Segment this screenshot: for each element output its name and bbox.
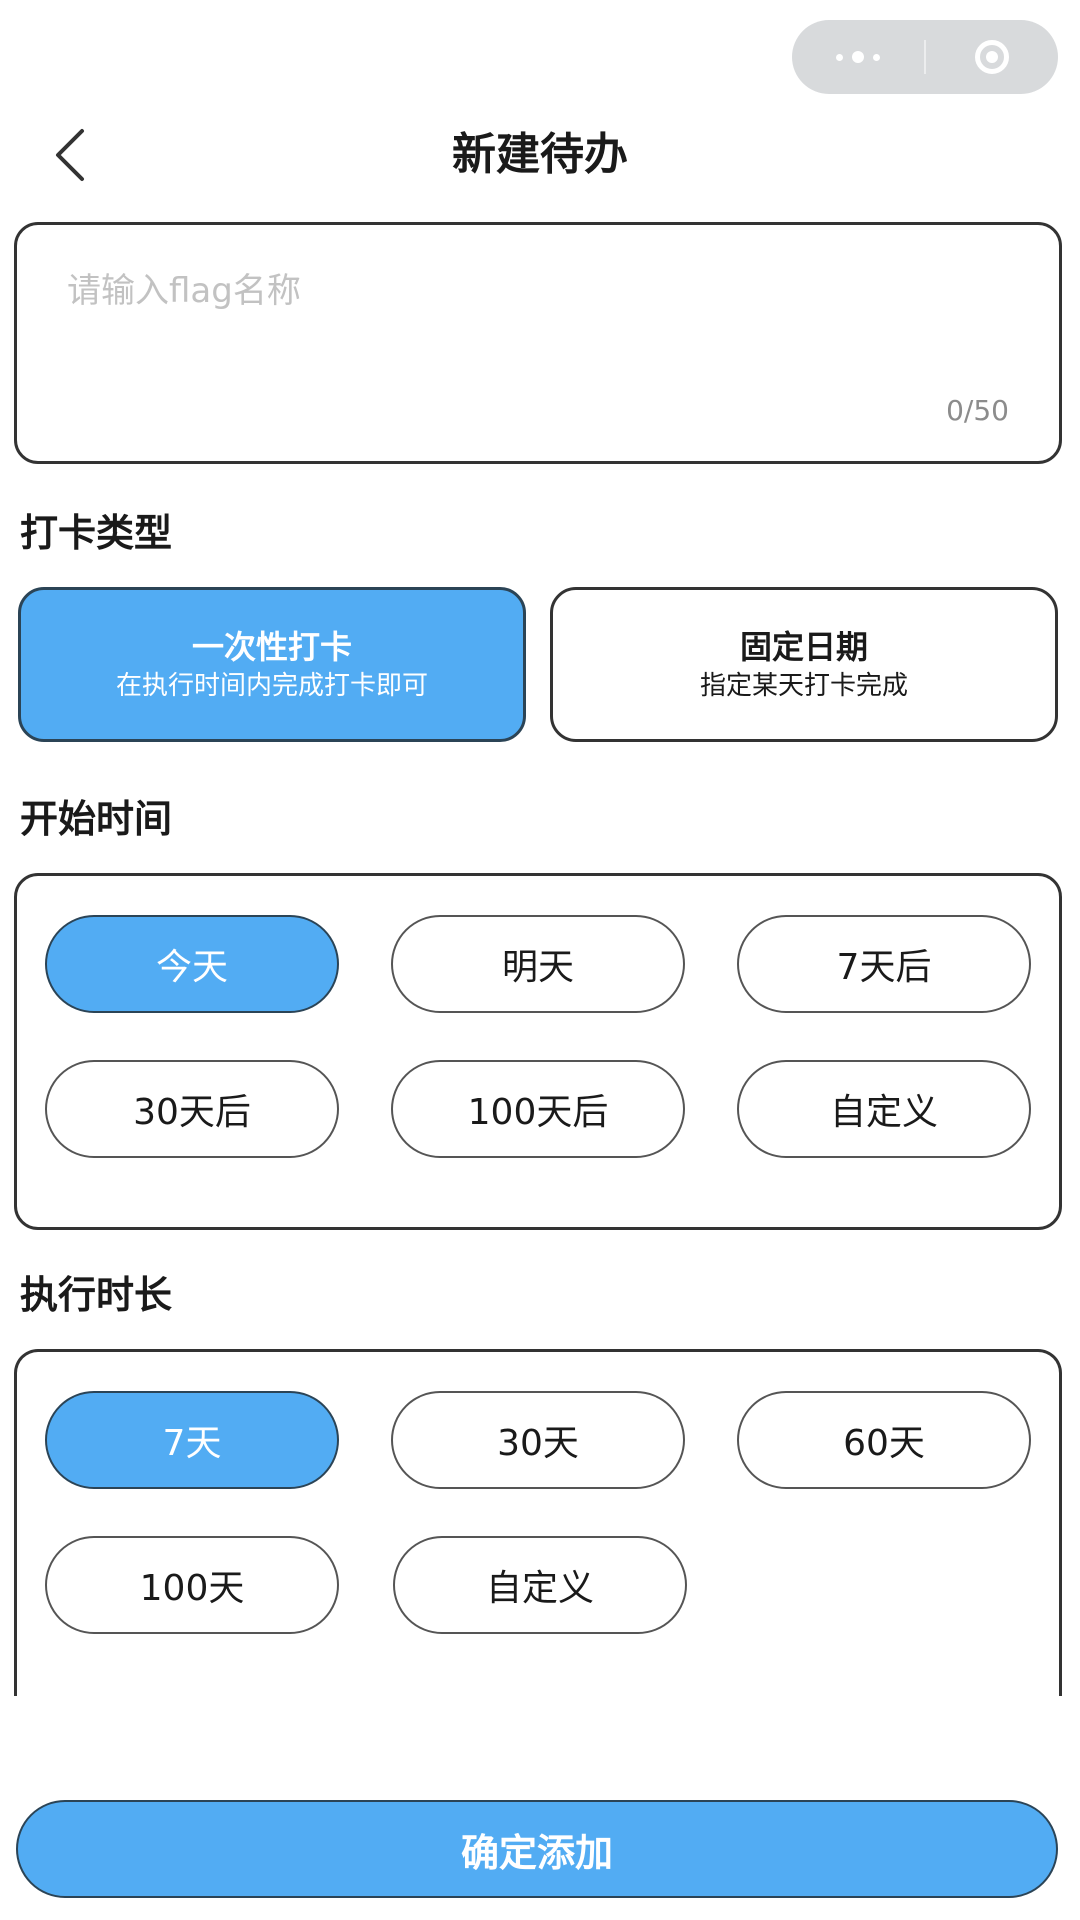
type-card-desc: 指定某天打卡完成 [699,670,908,701]
flag-name-input[interactable] [67,261,947,321]
checkin-type-label: 打卡类型 [20,511,173,555]
char-counter: 0/50 [946,394,1009,427]
flag-name-box[interactable]: 0/50 [14,222,1062,464]
start-option-7-days[interactable]: 7天后 [737,915,1031,1013]
start-option-tomorrow[interactable]: 明天 [391,915,685,1013]
mini-program-capsule [792,20,1058,94]
type-card-title: 一次性打卡 [191,627,352,666]
start-option-today[interactable]: 今天 [45,915,339,1013]
chevron-left-icon [56,129,84,181]
duration-option-7-days[interactable]: 7天 [45,1391,339,1489]
start-time-panel: 今天 明天 7天后 30天后 100天后 自定义 [14,873,1062,1230]
start-option-custom[interactable]: 自定义 [737,1060,1031,1158]
back-button[interactable] [40,120,100,190]
target-close-icon[interactable] [926,20,1058,94]
confirm-add-button[interactable]: 确定添加 [16,1800,1058,1898]
more-dots-icon[interactable] [792,20,924,94]
type-card-fixed-date[interactable]: 固定日期 指定某天打卡完成 [550,587,1058,742]
duration-option-30-days[interactable]: 30天 [391,1391,685,1489]
duration-label: 执行时长 [20,1273,173,1317]
duration-option-60-days[interactable]: 60天 [737,1391,1031,1489]
duration-option-custom[interactable]: 自定义 [393,1536,687,1634]
type-card-once[interactable]: 一次性打卡 在执行时间内完成打卡即可 [18,587,526,742]
duration-option-100-days[interactable]: 100天 [45,1536,339,1634]
start-option-30-days[interactable]: 30天后 [45,1060,339,1158]
type-card-desc: 在执行时间内完成打卡即可 [115,670,428,701]
duration-panel: 7天 30天 60天 100天 自定义 [14,1349,1062,1696]
page-title: 新建待办 [452,129,628,180]
start-option-100-days[interactable]: 100天后 [391,1060,685,1158]
start-time-label: 开始时间 [20,797,173,841]
type-card-title: 固定日期 [739,627,868,666]
